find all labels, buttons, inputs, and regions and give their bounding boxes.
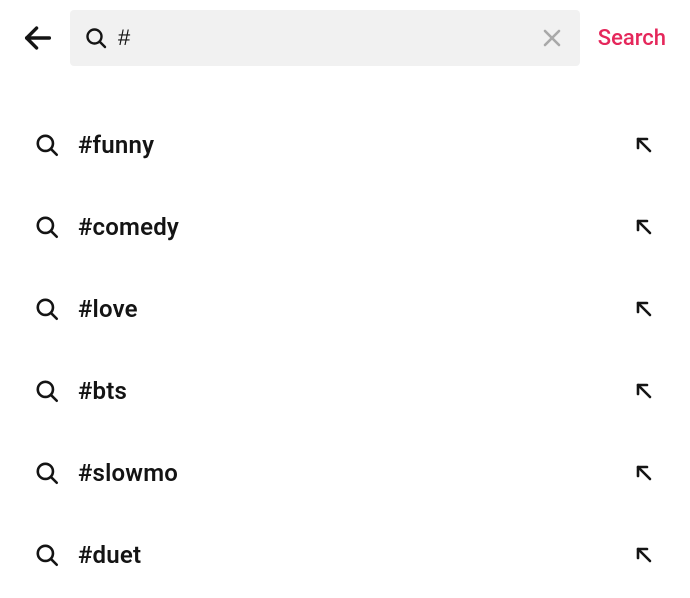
arrow-up-left-icon [632, 379, 656, 403]
arrow-up-left-icon [632, 461, 656, 485]
suggestion-item[interactable]: #slowmo [0, 432, 690, 514]
insert-suggestion-button[interactable] [632, 297, 656, 321]
search-button[interactable]: Search [592, 26, 672, 51]
search-input[interactable] [118, 25, 528, 51]
suggestion-label: #funny [78, 131, 632, 159]
arrow-up-left-icon [632, 133, 656, 157]
suggestion-item[interactable]: #comedy [0, 186, 690, 268]
insert-suggestion-button[interactable] [632, 379, 656, 403]
suggestion-item[interactable]: #duet [0, 514, 690, 596]
suggestion-label: #comedy [78, 213, 632, 241]
search-icon [34, 460, 60, 486]
search-icon [34, 542, 60, 568]
suggestion-list: #funny #comedy #love #bts [0, 76, 690, 596]
arrow-up-left-icon [632, 297, 656, 321]
search-box[interactable] [70, 10, 580, 66]
insert-suggestion-button[interactable] [632, 215, 656, 239]
search-header: Search [0, 0, 690, 76]
search-icon [84, 26, 108, 50]
suggestion-item[interactable]: #love [0, 268, 690, 350]
clear-button[interactable] [538, 24, 566, 52]
insert-suggestion-button[interactable] [632, 461, 656, 485]
insert-suggestion-button[interactable] [632, 133, 656, 157]
suggestion-label: #love [78, 295, 632, 323]
suggestion-label: #slowmo [78, 459, 632, 487]
search-icon [34, 214, 60, 240]
close-icon [540, 26, 564, 50]
search-icon [34, 296, 60, 322]
suggestion-label: #duet [78, 541, 632, 569]
arrow-up-left-icon [632, 215, 656, 239]
insert-suggestion-button[interactable] [632, 543, 656, 567]
suggestion-item[interactable]: #funny [0, 104, 690, 186]
back-button[interactable] [18, 18, 58, 58]
search-icon [34, 378, 60, 404]
suggestion-label: #bts [78, 377, 632, 405]
search-icon [34, 132, 60, 158]
arrow-up-left-icon [632, 543, 656, 567]
suggestion-item[interactable]: #bts [0, 350, 690, 432]
arrow-left-icon [21, 21, 55, 55]
